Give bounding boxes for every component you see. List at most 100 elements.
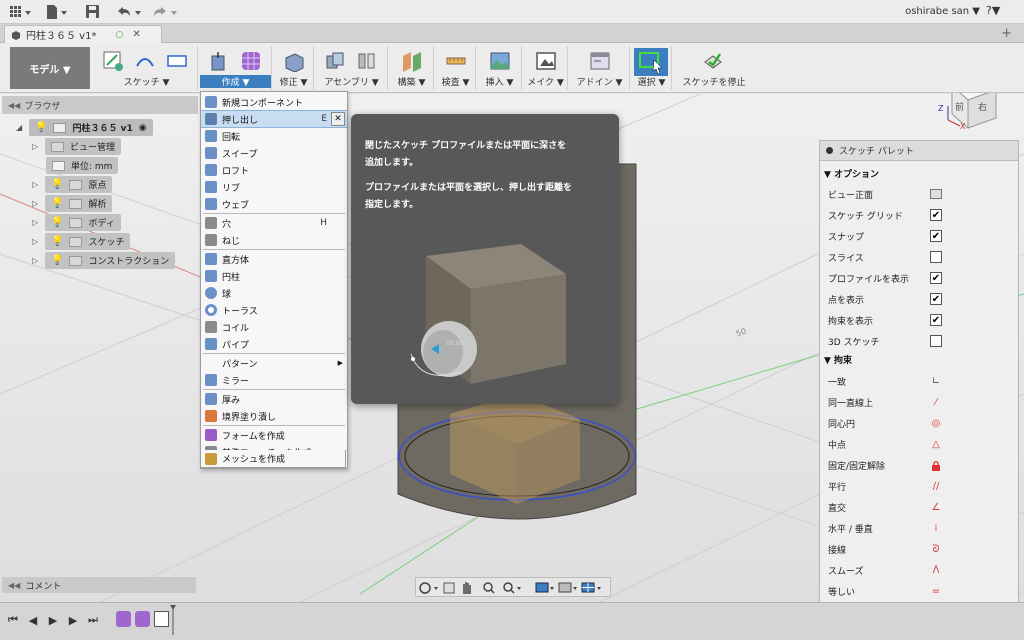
menu-item-revolve[interactable]: 回転 <box>201 128 347 144</box>
browser-item-analysis[interactable]: ▷ 💡 解析 <box>32 195 113 212</box>
checkbox-unchecked[interactable] <box>930 251 942 263</box>
menu-item-sweep[interactable]: スイープ <box>201 145 347 161</box>
expand-arrow-icon[interactable]: ▷ <box>32 218 40 227</box>
browser-item-bodies[interactable]: ▷ 💡 ボディ <box>32 214 121 231</box>
toolbar-label-assembly[interactable]: アセンブリ ▼ <box>316 75 387 88</box>
expand-arrow-icon[interactable]: ▷ <box>32 256 40 265</box>
visibility-bulb-icon[interactable]: 💡 <box>35 122 47 133</box>
collinear-icon[interactable]: ⁄ <box>930 396 942 408</box>
rectangle-icon[interactable] <box>166 50 188 72</box>
browser-item-sketches[interactable]: ▷ 💡 スケッチ <box>32 233 131 250</box>
menu-item-new-component[interactable]: 新規コンポーネント <box>201 94 347 110</box>
undo-icon[interactable] <box>116 4 144 20</box>
offset-plane-icon[interactable] <box>401 50 423 72</box>
toolbar-label-construct[interactable]: 構築 ▼ <box>390 75 433 88</box>
form-icon[interactable] <box>240 50 262 72</box>
checkbox-checked[interactable]: ✔ <box>930 272 942 284</box>
collapse-browser-icon[interactable]: ◀◀ <box>8 101 20 110</box>
menu-item-create-mesh[interactable]: メッシュを作成 <box>200 450 346 468</box>
press-pull-icon[interactable] <box>283 50 305 72</box>
timeline-sketch-feature-icon[interactable] <box>154 611 169 627</box>
expand-arrow-icon[interactable]: ▷ <box>32 180 40 189</box>
viewcube-right-face[interactable]: 右 <box>978 100 987 113</box>
document-tab[interactable]: 円柱３６５ v1* ○ ✕ <box>4 25 162 43</box>
constraint-coincident[interactable]: 一致 ∟ <box>828 373 1008 389</box>
browser-item-origin[interactable]: ▷ 💡 原点 <box>32 176 113 193</box>
constraint-midpoint[interactable]: 中点 △ <box>828 436 1008 452</box>
toolbar-group-addins[interactable]: アドイン ▼ <box>570 46 630 90</box>
collapse-arrow-icon[interactable]: ◢ <box>16 123 24 132</box>
menu-item-thread[interactable]: ねじ <box>201 232 347 248</box>
menu-item-pipe[interactable]: パイプ <box>201 336 347 352</box>
menu-item-create-form[interactable]: フォームを作成 <box>201 427 347 443</box>
joint-icon[interactable] <box>356 50 378 72</box>
close-icon[interactable]: ✕ <box>331 112 345 126</box>
constraint-perpendicular[interactable]: 直交 ∠ <box>828 499 1008 515</box>
menu-item-torus[interactable]: トーラス <box>201 302 347 318</box>
visibility-bulb-icon[interactable]: 💡 <box>51 255 63 266</box>
toolbar-label-insert[interactable]: 挿入 ▼ <box>478 75 521 88</box>
menu-item-loft[interactable]: ロフト <box>201 162 347 178</box>
toolbar-group-assembly[interactable]: アセンブリ ▼ <box>316 46 388 90</box>
constraint-equal[interactable]: 等しい = <box>828 583 1008 599</box>
insert-image-icon[interactable] <box>489 50 511 72</box>
perpendicular-icon[interactable]: ∠ <box>930 501 942 513</box>
toolbar-label-create[interactable]: 作成 ▼ <box>200 75 271 88</box>
parallel-icon[interactable]: // <box>930 480 942 492</box>
toolbar-label-addins[interactable]: アドイン ▼ <box>570 75 629 88</box>
look-at-icon[interactable] <box>930 189 942 199</box>
palette-option-show-constraints[interactable]: 拘束を表示 ✔ <box>828 312 1008 328</box>
menu-item-boundary-fill[interactable]: 境界塗り潰し <box>201 408 347 424</box>
scripts-icon[interactable] <box>589 50 611 72</box>
expand-arrow-icon[interactable]: ▷ <box>32 142 40 151</box>
toolbar-label-sketch[interactable]: スケッチ ▼ <box>96 75 197 88</box>
new-tab-button[interactable]: + <box>1001 26 1012 41</box>
concentric-icon[interactable]: ◎ <box>930 417 942 429</box>
toolbar-label-modify[interactable]: 修正 ▼ <box>274 75 313 88</box>
viewports-icon[interactable] <box>581 582 601 593</box>
go-to-end-icon[interactable]: ⏭ <box>86 613 100 627</box>
menu-item-coil[interactable]: コイル <box>201 319 347 335</box>
redo-icon[interactable] <box>152 4 180 20</box>
toolbar-group-create[interactable]: 作成 ▼ <box>200 46 272 90</box>
menu-item-thicken[interactable]: 厚み <box>201 391 347 407</box>
palette-option-snap[interactable]: スナップ ✔ <box>828 228 1008 244</box>
toolbar-group-select[interactable]: 選択 ▼ <box>632 46 672 90</box>
constraint-collinear[interactable]: 同一直線上 ⁄ <box>828 394 1008 410</box>
checkbox-unchecked[interactable] <box>930 335 942 347</box>
checkbox-checked[interactable]: ✔ <box>930 314 942 326</box>
display-settings-icon[interactable] <box>535 582 554 593</box>
toolbar-group-sketch[interactable]: スケッチ ▼ <box>96 46 198 90</box>
play-icon[interactable]: ▶ <box>46 613 60 627</box>
sketch-palette-header[interactable]: スケッチ パレット <box>820 141 1018 161</box>
create-sketch-icon[interactable] <box>102 50 124 72</box>
menu-item-hole[interactable]: 穴H <box>201 215 347 231</box>
menu-item-mirror[interactable]: ミラー <box>201 372 347 388</box>
palette-menu-icon[interactable] <box>826 147 833 154</box>
timeline-form-feature-icon[interactable] <box>135 611 150 627</box>
save-icon[interactable] <box>86 4 100 20</box>
lock-icon[interactable] <box>930 459 942 471</box>
workspace-switcher[interactable]: モデル ▼ <box>10 47 90 89</box>
palette-option-slice[interactable]: スライス <box>828 249 1008 265</box>
fit-icon[interactable] <box>503 582 521 594</box>
browser-item-view-management[interactable]: ▷ ビュー管理 <box>32 138 122 155</box>
menu-item-box[interactable]: 直方体 <box>201 251 347 267</box>
visibility-bulb-icon[interactable]: 💡 <box>51 236 63 247</box>
help-icon[interactable]: ?▼ <box>986 4 1014 20</box>
constraint-concentric[interactable]: 同心円 ◎ <box>828 415 1008 431</box>
checkbox-checked[interactable]: ✔ <box>930 209 942 221</box>
menu-item-extrude[interactable]: 押し出し E ✕ <box>201 110 347 128</box>
visibility-bulb-icon[interactable]: 💡 <box>51 198 63 209</box>
toolbar-group-modify[interactable]: 修正 ▼ <box>274 46 314 90</box>
browser-item-construction[interactable]: ▷ 💡 コンストラクション <box>32 252 176 269</box>
close-tab-button[interactable]: ✕ <box>132 29 140 40</box>
comments-panel-header[interactable]: ◀◀ コメント <box>2 577 196 593</box>
select-icon[interactable] <box>634 48 668 76</box>
menu-item-sphere[interactable]: 球 <box>201 285 347 301</box>
toolbar-label-select[interactable]: 選択 ▼ <box>632 75 671 88</box>
measure-icon[interactable] <box>445 50 467 72</box>
browser-root-node[interactable]: ◢ 💡 円柱３６５ v1 ◉ <box>16 119 153 136</box>
checkbox-checked[interactable]: ✔ <box>930 230 942 242</box>
browser-header[interactable]: ◀◀ ブラウザ <box>2 96 198 114</box>
